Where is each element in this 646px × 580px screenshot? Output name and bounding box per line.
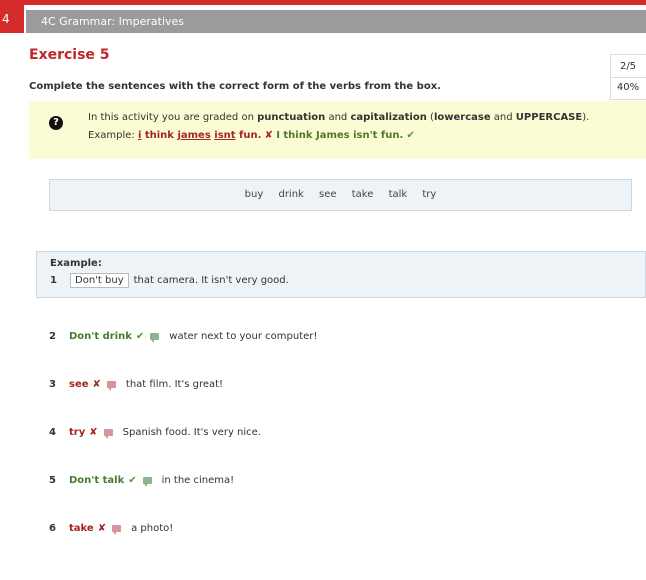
sentence-text: water next to your computer!	[169, 331, 318, 342]
sentence-text: Spanish food. It's very nice.	[122, 427, 261, 438]
word-box-item: buy	[244, 189, 264, 200]
check-icon: ✔	[406, 130, 415, 141]
list-item: 2 Don't drink ✔ water next to your compu…	[49, 331, 318, 343]
wrong-example: i think james isnt fun.	[138, 130, 262, 141]
wrong-word: i	[137, 130, 142, 141]
punctuation-term: punctuation	[257, 112, 326, 123]
example-answer: Don't buy	[70, 273, 129, 288]
item-number: 5	[49, 475, 56, 486]
capitalization-term: capitalization	[350, 112, 427, 123]
feedback-icon[interactable]	[103, 429, 113, 439]
example-sentence: that camera. It isn't very good.	[133, 275, 289, 286]
word-box-item: try	[422, 189, 437, 200]
exercise-title: Exercise 5	[29, 47, 110, 63]
word-box-item: drink	[278, 189, 304, 200]
example-label: Example:	[50, 258, 102, 269]
answer-input[interactable]: Don't drink	[69, 331, 132, 342]
check-icon: ✔	[128, 475, 137, 486]
feedback-icon[interactable]	[150, 333, 160, 343]
answer-input[interactable]: take	[69, 523, 94, 534]
lowercase-term: lowercase	[433, 112, 491, 123]
feedback-icon[interactable]	[106, 381, 116, 391]
list-item: 6 take ✘ a photo!	[49, 523, 174, 535]
grading-note-and: and	[325, 112, 351, 123]
word-box-item: talk	[388, 189, 408, 200]
list-item: 5 Don't talk ✔ in the cinema!	[49, 475, 235, 487]
wrong-word: think	[144, 130, 174, 141]
feedback-icon[interactable]	[142, 477, 152, 487]
score-percent: 40%	[616, 82, 640, 93]
item-number: 4	[49, 427, 56, 438]
list-item: 4 try ✘ Spanish food. It's very nice.	[49, 427, 261, 439]
item-number: 6	[49, 523, 56, 534]
example-box: Example: 1 Don't buy that camera. It isn…	[36, 251, 646, 298]
answer-input[interactable]: Don't talk	[69, 475, 124, 486]
answer-input[interactable]: try	[69, 427, 85, 438]
paren-close: ).	[582, 112, 590, 123]
sentence-text: a photo!	[131, 523, 174, 534]
cross-icon: ✘	[264, 130, 274, 141]
score-box: 2/5 40%	[610, 54, 646, 100]
score-fraction: 2/5	[619, 61, 637, 72]
item-number: 3	[49, 379, 56, 390]
feedback-icon[interactable]	[112, 525, 122, 535]
word-box-item: take	[351, 189, 374, 200]
paren-open: (	[426, 112, 434, 123]
wrong-word: fun.	[239, 130, 262, 141]
top-accent-line	[0, 0, 646, 5]
cross-icon: ✘	[97, 523, 107, 534]
grading-example-label: Example:	[88, 130, 138, 141]
uppercase-term: UPPERCASE	[515, 112, 583, 123]
correct-example: I think James isn't fun.	[276, 130, 404, 141]
item-number: 1	[50, 275, 57, 286]
example-row: 1 Don't buy that camera. It isn't very g…	[50, 273, 289, 288]
word-box: buy drink see take talk try	[49, 179, 632, 211]
unit-number: 4	[0, 5, 24, 33]
grading-note-text: In this activity you are graded on	[88, 112, 258, 123]
sentence-text: in the cinema!	[161, 475, 235, 486]
score-divider	[611, 77, 646, 78]
title-bar: 4C Grammar: Imperatives	[26, 10, 646, 33]
page-title: 4C Grammar: Imperatives	[41, 15, 185, 28]
cross-icon: ✘	[92, 379, 101, 390]
list-item: 3 see ✘ that film. It's great!	[49, 379, 224, 391]
grading-note-and: and	[490, 112, 516, 123]
grading-example: Example: i think james isnt fun. ✘ I thi…	[88, 130, 415, 141]
item-number: 2	[49, 331, 56, 342]
sentence-text: that film. It's great!	[125, 379, 224, 390]
answer-input[interactable]: see	[69, 379, 89, 390]
word-box-item: see	[319, 189, 337, 200]
instructions: Complete the sentences with the correct …	[29, 81, 441, 92]
wrong-word: james	[177, 130, 211, 141]
grading-info-box: ? In this activity you are graded on pun…	[29, 101, 646, 159]
cross-icon: ✘	[89, 427, 98, 438]
help-icon[interactable]: ?	[49, 116, 63, 130]
grading-note: In this activity you are graded on punct…	[88, 112, 589, 123]
check-icon: ✔	[135, 331, 145, 342]
wrong-word: isnt	[214, 130, 236, 141]
